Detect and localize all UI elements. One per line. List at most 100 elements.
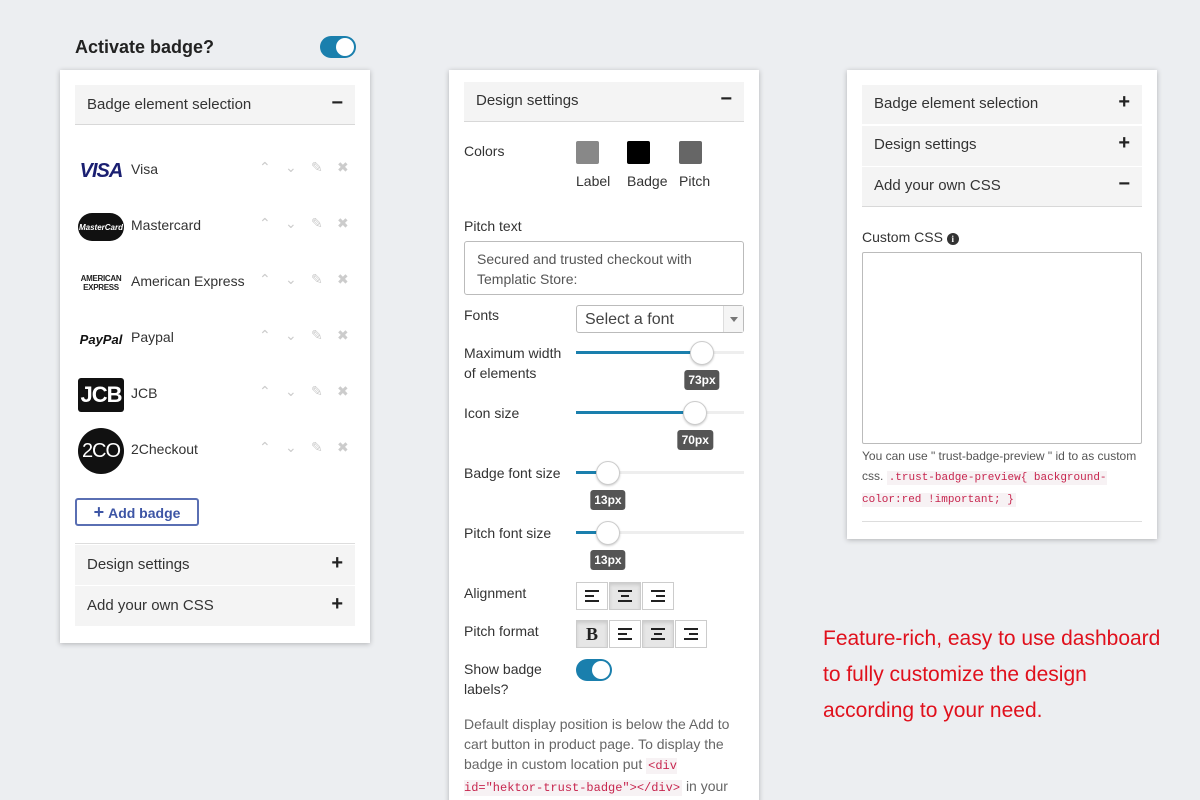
delete-icon[interactable]: ✖ [337,271,349,288]
move-down-icon[interactable]: ⌄ [285,215,297,232]
label-color-swatch[interactable] [576,141,599,164]
pitch-font-size-label: Pitch font size [464,525,552,541]
align-left-button[interactable] [576,582,608,610]
move-up-icon[interactable]: ⌃ [259,159,271,176]
move-down-icon[interactable]: ⌄ [285,327,297,344]
move-up-icon[interactable]: ⌃ [259,383,271,400]
pitch-color-swatch[interactable] [679,141,702,164]
collapse-icon: − [331,92,343,114]
move-down-icon[interactable]: ⌄ [285,439,297,456]
design-settings-header[interactable]: Design settings − [464,82,744,122]
align-center-button[interactable] [609,582,641,610]
fonts-label: Fonts [464,307,500,323]
edit-icon[interactable]: ✎ [311,327,323,344]
show-badge-labels-toggle[interactable] [576,659,612,681]
move-down-icon[interactable]: ⌄ [285,271,297,288]
accordion-label: Design settings [476,92,579,109]
align-left-button[interactable] [609,620,641,648]
move-up-icon[interactable]: ⌃ [259,327,271,344]
edit-icon[interactable]: ✎ [311,383,323,400]
move-down-icon[interactable]: ⌄ [285,383,297,400]
show-badge-labels-label: Show badge labels? [464,661,542,697]
badge-name: Visa [131,161,158,177]
divider [862,521,1142,522]
move-up-icon[interactable]: ⌃ [259,215,271,232]
toggle-knob [592,661,610,679]
custom-css-card: Badge element selection + Design setting… [847,70,1157,539]
custom-css-label-text: Custom CSS [862,229,943,245]
bold-button[interactable]: B [576,620,608,648]
max-width-label: Maximum width of elements [464,345,562,381]
align-right-button[interactable] [642,582,674,610]
badge-actions: ⌃ ⌄ ✎ ✖ [257,215,353,235]
mastercard-logo-icon: MasterCard [77,207,125,247]
slider-handle[interactable] [683,401,708,425]
delete-icon[interactable]: ✖ [337,159,349,176]
align-right-button[interactable] [675,620,707,648]
design-settings-card: Design settings − Colors Label Badge Pit… [449,70,759,800]
display-position-note: Default display position is below the Ad… [464,714,744,800]
align-left-icon [618,628,632,640]
badge-name: Paypal [131,329,174,345]
align-left-icon [585,590,599,602]
badge-font-size-label: Badge font size [464,465,561,481]
align-center-icon [651,628,665,640]
slider-value: 13px [590,550,626,570]
promo-line-3: according to your need. [823,699,1043,722]
custom-css-input[interactable] [862,252,1142,444]
badge-actions: ⌃ ⌄ ✎ ✖ [257,327,353,347]
expand-icon: + [331,593,343,615]
align-right-icon [684,628,698,640]
badge-actions: ⌃ ⌄ ✎ ✖ [257,159,353,179]
delete-icon[interactable]: ✖ [337,439,349,456]
design-settings-header[interactable]: Design settings + [75,545,355,585]
badge-element-selection-header[interactable]: Badge element selection − [75,85,355,125]
badge-row-jcb: JCB JCB ⌃ ⌄ ✎ ✖ [77,367,353,423]
align-center-button[interactable] [642,620,674,648]
slider-handle[interactable] [690,341,714,365]
design-settings-header[interactable]: Design settings + [862,126,1142,166]
info-icon[interactable]: i [946,233,959,245]
activate-badge-toggle[interactable] [320,36,356,58]
add-own-css-header[interactable]: Add your own CSS − [862,167,1142,207]
delete-icon[interactable]: ✖ [337,383,349,400]
badge-actions: ⌃ ⌄ ✎ ✖ [257,271,353,291]
badge-row-2checkout: 2CO 2Checkout ⌃ ⌄ ✎ ✖ [77,423,353,479]
bold-icon: B [585,623,598,644]
note-code: .trust-badge-preview{ background-color:r… [862,471,1107,507]
delete-icon[interactable]: ✖ [337,215,349,232]
edit-icon[interactable]: ✎ [311,439,323,456]
slider-handle[interactable] [595,461,620,485]
move-up-icon[interactable]: ⌃ [259,271,271,288]
align-right-icon [651,590,665,602]
badge-color-swatch[interactable] [627,141,650,164]
add-own-css-header[interactable]: Add your own CSS + [75,586,355,626]
move-down-icon[interactable]: ⌄ [285,159,297,176]
edit-icon[interactable]: ✎ [311,271,323,288]
expand-icon: + [1118,91,1130,113]
badge-element-selection-header[interactable]: Badge element selection + [862,85,1142,125]
accordion-label: Badge element selection [874,95,1039,112]
badge-row-visa: VISA Visa ⌃ ⌄ ✎ ✖ [77,143,353,199]
font-select[interactable]: Select a font [576,305,744,333]
badge-font-size-slider[interactable]: 13px [576,461,744,510]
max-width-slider[interactable]: 73px [576,341,744,390]
slider-value: 73px [684,370,720,390]
accordion-label: Design settings [874,136,977,153]
edit-icon[interactable]: ✎ [311,159,323,176]
badge-row-paypal: PayPal Paypal ⌃ ⌄ ✎ ✖ [77,311,353,367]
icon-size-slider[interactable]: 70px [576,401,744,450]
pitch-text-input[interactable]: Secured and trusted checkout with Templa… [464,241,744,295]
toggle-knob [336,38,354,56]
icon-size-label: Icon size [464,405,520,421]
edit-icon[interactable]: ✎ [311,215,323,232]
badge-selection-card: Badge element selection − VISA Visa ⌃ ⌄ … [60,70,370,643]
move-up-icon[interactable]: ⌃ [259,439,271,456]
slider-handle[interactable] [595,521,620,545]
delete-icon[interactable]: ✖ [337,327,349,344]
pitch-text-label: Pitch text [464,218,522,234]
chevron-down-icon [723,306,743,332]
jcb-logo-icon: JCB [77,375,125,415]
add-badge-button[interactable]: + Add badge [75,498,199,526]
pitch-font-size-slider[interactable]: 13px [576,521,744,570]
